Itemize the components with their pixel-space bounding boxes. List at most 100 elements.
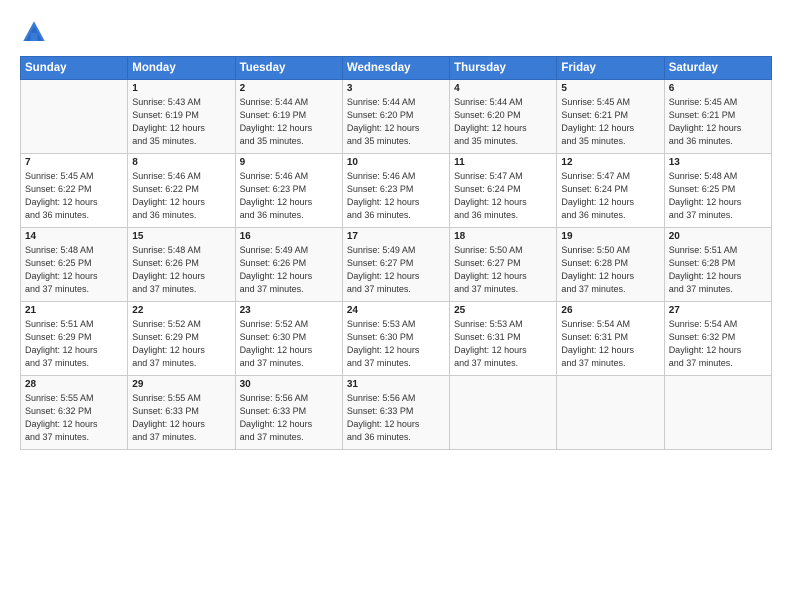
day-info: Sunrise: 5:51 AM Sunset: 6:29 PM Dayligh… xyxy=(25,318,123,370)
day-number: 18 xyxy=(454,231,552,242)
calendar-cell: 7 Sunrise: 5:45 AM Sunset: 6:22 PM Daylig… xyxy=(21,154,128,228)
calendar-cell xyxy=(664,376,771,450)
calendar-cell: 26 Sunrise: 5:54 AM Sunset: 6:31 PM Dayli… xyxy=(557,302,664,376)
day-info: Sunrise: 5:56 AM Sunset: 6:33 PM Dayligh… xyxy=(347,392,445,444)
day-info: Sunrise: 5:44 AM Sunset: 6:20 PM Dayligh… xyxy=(454,96,552,148)
day-number: 3 xyxy=(347,83,445,94)
day-info: Sunrise: 5:54 AM Sunset: 6:31 PM Dayligh… xyxy=(561,318,659,370)
day-number: 25 xyxy=(454,305,552,316)
day-number: 1 xyxy=(132,83,230,94)
day-number: 22 xyxy=(132,305,230,316)
day-number: 4 xyxy=(454,83,552,94)
day-info: Sunrise: 5:52 AM Sunset: 6:29 PM Dayligh… xyxy=(132,318,230,370)
calendar-cell: 5 Sunrise: 5:45 AM Sunset: 6:21 PM Daylig… xyxy=(557,80,664,154)
calendar-cell: 6 Sunrise: 5:45 AM Sunset: 6:21 PM Daylig… xyxy=(664,80,771,154)
day-number: 23 xyxy=(240,305,338,316)
day-info: Sunrise: 5:56 AM Sunset: 6:33 PM Dayligh… xyxy=(240,392,338,444)
day-info: Sunrise: 5:47 AM Sunset: 6:24 PM Dayligh… xyxy=(561,170,659,222)
day-info: Sunrise: 5:45 AM Sunset: 6:21 PM Dayligh… xyxy=(669,96,767,148)
day-info: Sunrise: 5:44 AM Sunset: 6:19 PM Dayligh… xyxy=(240,96,338,148)
header-row: SundayMondayTuesdayWednesdayThursdayFrid… xyxy=(21,57,772,80)
day-number: 24 xyxy=(347,305,445,316)
week-row-4: 21 Sunrise: 5:51 AM Sunset: 6:29 PM Dayli… xyxy=(21,302,772,376)
day-number: 27 xyxy=(669,305,767,316)
week-row-2: 7 Sunrise: 5:45 AM Sunset: 6:22 PM Daylig… xyxy=(21,154,772,228)
day-number: 19 xyxy=(561,231,659,242)
calendar-cell: 30 Sunrise: 5:56 AM Sunset: 6:33 PM Dayli… xyxy=(235,376,342,450)
day-number: 10 xyxy=(347,157,445,168)
day-info: Sunrise: 5:51 AM Sunset: 6:28 PM Dayligh… xyxy=(669,244,767,296)
day-info: Sunrise: 5:46 AM Sunset: 6:23 PM Dayligh… xyxy=(347,170,445,222)
calendar-cell: 27 Sunrise: 5:54 AM Sunset: 6:32 PM Dayli… xyxy=(664,302,771,376)
week-row-3: 14 Sunrise: 5:48 AM Sunset: 6:25 PM Dayli… xyxy=(21,228,772,302)
day-info: Sunrise: 5:53 AM Sunset: 6:30 PM Dayligh… xyxy=(347,318,445,370)
day-number: 20 xyxy=(669,231,767,242)
calendar-cell: 13 Sunrise: 5:48 AM Sunset: 6:25 PM Dayli… xyxy=(664,154,771,228)
day-info: Sunrise: 5:48 AM Sunset: 6:25 PM Dayligh… xyxy=(25,244,123,296)
day-info: Sunrise: 5:54 AM Sunset: 6:32 PM Dayligh… xyxy=(669,318,767,370)
calendar-cell: 17 Sunrise: 5:49 AM Sunset: 6:27 PM Dayli… xyxy=(342,228,449,302)
calendar-cell: 4 Sunrise: 5:44 AM Sunset: 6:20 PM Daylig… xyxy=(450,80,557,154)
header-cell-tuesday: Tuesday xyxy=(235,57,342,80)
day-info: Sunrise: 5:49 AM Sunset: 6:26 PM Dayligh… xyxy=(240,244,338,296)
calendar-cell: 31 Sunrise: 5:56 AM Sunset: 6:33 PM Dayli… xyxy=(342,376,449,450)
day-info: Sunrise: 5:55 AM Sunset: 6:32 PM Dayligh… xyxy=(25,392,123,444)
day-number: 11 xyxy=(454,157,552,168)
day-number: 16 xyxy=(240,231,338,242)
calendar-cell: 1 Sunrise: 5:43 AM Sunset: 6:19 PM Daylig… xyxy=(128,80,235,154)
calendar-cell: 28 Sunrise: 5:55 AM Sunset: 6:32 PM Dayli… xyxy=(21,376,128,450)
day-number: 26 xyxy=(561,305,659,316)
day-info: Sunrise: 5:55 AM Sunset: 6:33 PM Dayligh… xyxy=(132,392,230,444)
day-number: 30 xyxy=(240,379,338,390)
day-number: 13 xyxy=(669,157,767,168)
header-cell-saturday: Saturday xyxy=(664,57,771,80)
calendar-cell xyxy=(450,376,557,450)
calendar-cell: 18Sunrise: 5:50 AM Sunset: 6:27 PM Dayli… xyxy=(450,228,557,302)
day-number: 28 xyxy=(25,379,123,390)
calendar-cell: 16 Sunrise: 5:49 AM Sunset: 6:26 PM Dayli… xyxy=(235,228,342,302)
header-cell-sunday: Sunday xyxy=(21,57,128,80)
calendar-cell: 9 Sunrise: 5:46 AM Sunset: 6:23 PM Daylig… xyxy=(235,154,342,228)
day-info: Sunrise: 5:45 AM Sunset: 6:21 PM Dayligh… xyxy=(561,96,659,148)
calendar-cell: 15 Sunrise: 5:48 AM Sunset: 6:26 PM Dayli… xyxy=(128,228,235,302)
day-info: Sunrise: 5:48 AM Sunset: 6:26 PM Dayligh… xyxy=(132,244,230,296)
calendar-cell: 19 Sunrise: 5:50 AM Sunset: 6:28 PM Dayli… xyxy=(557,228,664,302)
header-cell-friday: Friday xyxy=(557,57,664,80)
calendar-table: SundayMondayTuesdayWednesdayThursdayFrid… xyxy=(20,56,772,450)
calendar-cell xyxy=(21,80,128,154)
day-info: Sunrise: 5:46 AM Sunset: 6:23 PM Dayligh… xyxy=(240,170,338,222)
day-number: 2 xyxy=(240,83,338,94)
day-info: Sunrise: 5:50 AM Sunset: 6:28 PM Dayligh… xyxy=(561,244,659,296)
calendar-cell: 11 Sunrise: 5:47 AM Sunset: 6:24 PM Dayli… xyxy=(450,154,557,228)
day-info: Sunrise: 5:53 AM Sunset: 6:31 PM Dayligh… xyxy=(454,318,552,370)
day-number: 31 xyxy=(347,379,445,390)
calendar-cell: 22 Sunrise: 5:52 AM Sunset: 6:29 PM Dayli… xyxy=(128,302,235,376)
week-row-5: 28 Sunrise: 5:55 AM Sunset: 6:32 PM Dayli… xyxy=(21,376,772,450)
header-cell-thursday: Thursday xyxy=(450,57,557,80)
logo-icon xyxy=(20,18,48,46)
day-number: 17 xyxy=(347,231,445,242)
day-number: 6 xyxy=(669,83,767,94)
day-number: 14 xyxy=(25,231,123,242)
day-info: Sunrise: 5:52 AM Sunset: 6:30 PM Dayligh… xyxy=(240,318,338,370)
day-number: 21 xyxy=(25,305,123,316)
day-number: 7 xyxy=(25,157,123,168)
day-number: 15 xyxy=(132,231,230,242)
calendar-cell: 20 Sunrise: 5:51 AM Sunset: 6:28 PM Dayli… xyxy=(664,228,771,302)
day-info: Sunrise: 5:48 AM Sunset: 6:25 PM Dayligh… xyxy=(669,170,767,222)
day-info: Sunrise: 5:45 AM Sunset: 6:22 PM Dayligh… xyxy=(25,170,123,222)
calendar-cell: 23 Sunrise: 5:52 AM Sunset: 6:30 PM Dayli… xyxy=(235,302,342,376)
day-info: Sunrise: 5:49 AM Sunset: 6:27 PM Dayligh… xyxy=(347,244,445,296)
day-number: 29 xyxy=(132,379,230,390)
day-number: 5 xyxy=(561,83,659,94)
header-cell-wednesday: Wednesday xyxy=(342,57,449,80)
day-info: Sunrise: 5:44 AM Sunset: 6:20 PM Dayligh… xyxy=(347,96,445,148)
day-number: 9 xyxy=(240,157,338,168)
calendar-cell: 10 Sunrise: 5:46 AM Sunset: 6:23 PM Dayli… xyxy=(342,154,449,228)
day-info: Sunrise: 5:43 AM Sunset: 6:19 PM Dayligh… xyxy=(132,96,230,148)
calendar-cell: 2 Sunrise: 5:44 AM Sunset: 6:19 PM Daylig… xyxy=(235,80,342,154)
calendar-cell: 8Sunrise: 5:46 AM Sunset: 6:22 PM Daylig… xyxy=(128,154,235,228)
day-info: Sunrise: 5:47 AM Sunset: 6:24 PM Dayligh… xyxy=(454,170,552,222)
day-number: 12 xyxy=(561,157,659,168)
page: SundayMondayTuesdayWednesdayThursdayFrid… xyxy=(0,0,792,612)
